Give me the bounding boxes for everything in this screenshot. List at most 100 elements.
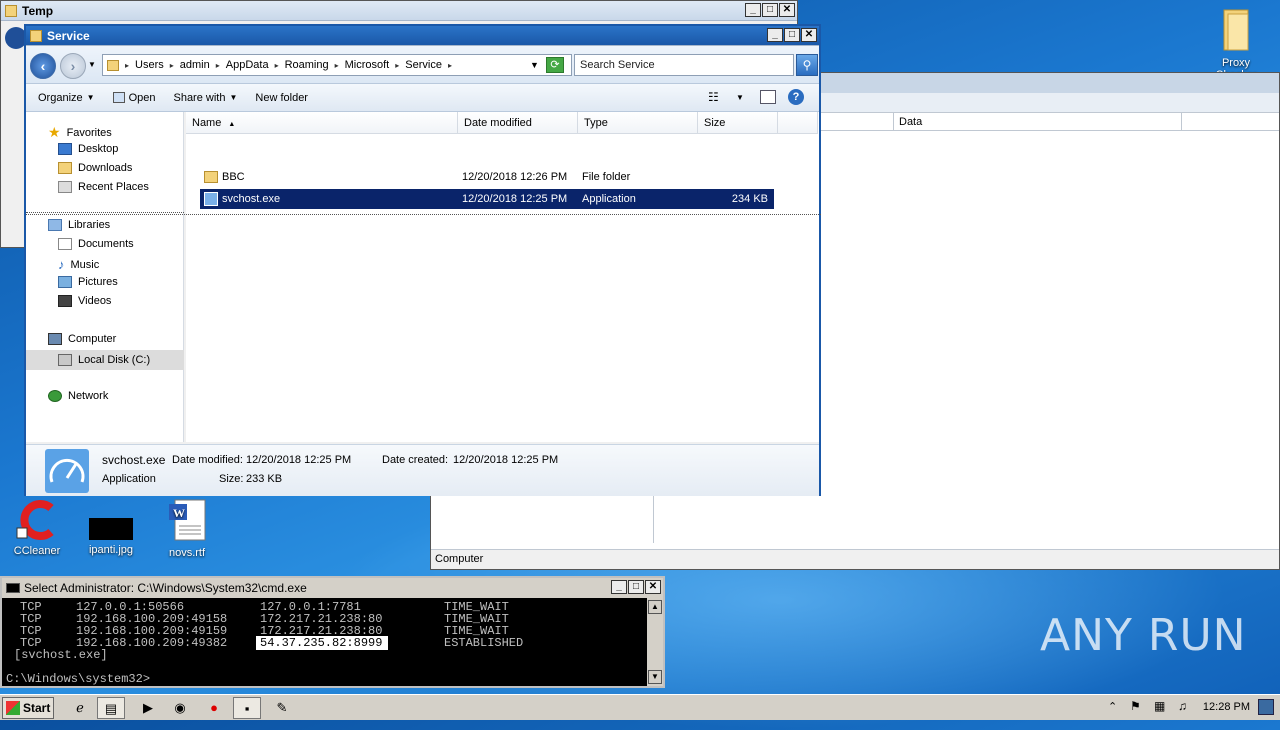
nav-recent-places[interactable]: Recent Places: [58, 181, 149, 193]
chevron-right-icon[interactable]: ▸: [125, 61, 129, 70]
desktop-icon-ccleaner[interactable]: CCleaner: [2, 498, 72, 557]
desktop-icon-proxy-checker[interactable]: Proxy Checker: [1200, 6, 1272, 81]
breadcrumb-roaming[interactable]: Roaming: [285, 59, 329, 71]
nav-libraries[interactable]: Libraries: [48, 219, 110, 231]
column-header-type[interactable]: Type: [578, 112, 698, 134]
nav-music[interactable]: ♪ Music: [58, 257, 99, 272]
desktop-icon-novs[interactable]: W novs.rtf: [152, 498, 222, 559]
nav-videos[interactable]: Videos: [58, 295, 111, 307]
maximize-button[interactable]: □: [628, 580, 644, 594]
downloads-icon: [58, 162, 72, 174]
breadcrumb-users[interactable]: Users: [135, 59, 164, 71]
scroll-up-arrow-icon[interactable]: ▲: [648, 600, 662, 614]
nav-pictures[interactable]: Pictures: [58, 276, 118, 288]
chevron-right-icon[interactable]: ▸: [395, 61, 399, 70]
explorer-window[interactable]: Service _ □ ✕ ‹ › ▼ ▸ Users ▸ admin ▸ Ap…: [24, 24, 821, 496]
column-header-name[interactable]: Name ▲: [186, 112, 458, 134]
minimize-button[interactable]: _: [611, 580, 627, 594]
maximize-button[interactable]: □: [784, 28, 800, 42]
file-row-bbc[interactable]: BBC 12/20/2018 12:26 PM File folder: [200, 167, 774, 187]
show-hidden-icons-icon[interactable]: ⌃: [1108, 700, 1117, 713]
internet-explorer-icon[interactable]: ℯ: [66, 697, 94, 719]
refresh-button[interactable]: ⟳: [546, 57, 564, 73]
tool-taskbar-icon[interactable]: ✎: [268, 697, 296, 719]
details-pane: svchost.exe Application Date modified: 1…: [26, 444, 819, 496]
new-folder-button[interactable]: New folder: [255, 92, 308, 104]
search-icon[interactable]: ⚲: [796, 54, 818, 76]
search-input[interactable]: Search Service: [574, 54, 794, 76]
chevron-right-icon[interactable]: ▸: [335, 61, 339, 70]
forward-button[interactable]: ›: [60, 53, 86, 79]
close-button[interactable]: ✕: [779, 3, 795, 17]
chevron-right-icon[interactable]: ▸: [448, 61, 452, 70]
console-output[interactable]: TCP 127.0.0.1:50566 127.0.0.1:7781 TIME_…: [6, 600, 646, 686]
folder-icon: [204, 171, 218, 183]
maximize-button[interactable]: □: [762, 3, 778, 17]
back-button[interactable]: ‹: [30, 53, 56, 79]
windows-logo-icon: [6, 701, 20, 715]
column-header-empty[interactable]: [778, 112, 818, 134]
close-button[interactable]: ✕: [801, 28, 817, 42]
clock[interactable]: 12:28 PM: [1203, 701, 1250, 713]
folder-icon: [107, 59, 119, 71]
temp-window-titlebar[interactable]: Temp: [1, 1, 797, 21]
organize-button[interactable]: Organize ▼: [38, 92, 95, 104]
preview-pane-icon[interactable]: [760, 90, 776, 104]
column-header-data[interactable]: Data: [899, 116, 922, 128]
network-tray-icon[interactable]: ▦: [1154, 699, 1165, 713]
column-divider: [893, 113, 894, 131]
file-row-svchost[interactable]: svchost.exe 12/20/2018 12:25 PM Applicat…: [200, 189, 774, 209]
media-player-icon[interactable]: ▶: [134, 697, 162, 719]
nav-favorites[interactable]: ★ Favorites: [48, 124, 112, 141]
breadcrumb-appdata[interactable]: AppData: [226, 59, 269, 71]
breadcrumb[interactable]: ▸ Users ▸ admin ▸ AppData ▸ Roaming ▸ Mi…: [102, 54, 572, 76]
column-header-date-modified[interactable]: Date modified: [458, 112, 578, 134]
nav-desktop[interactable]: Desktop: [58, 143, 118, 155]
chevron-right-icon[interactable]: ▸: [216, 61, 220, 70]
help-icon[interactable]: ?: [788, 89, 804, 105]
view-options-icon[interactable]: ☷: [708, 90, 719, 104]
file-list-pane[interactable]: Name ▲ Date modified Type Size BBC 12/20…: [26, 112, 821, 442]
scroll-down-arrow-icon[interactable]: ▼: [648, 670, 662, 684]
volume-icon[interactable]: ♫: [1178, 699, 1187, 713]
breadcrumb-microsoft[interactable]: Microsoft: [345, 59, 390, 71]
chevron-right-icon[interactable]: ▸: [275, 61, 279, 70]
minimize-button[interactable]: _: [745, 3, 761, 17]
show-desktop-icon[interactable]: [1258, 699, 1274, 715]
recent-pages-dropdown[interactable]: ▼: [88, 60, 96, 69]
nav-computer[interactable]: Computer: [48, 333, 116, 345]
breadcrumb-service[interactable]: Service: [405, 59, 442, 71]
ccleaner-icon: [16, 500, 54, 540]
nav-documents[interactable]: Documents: [58, 238, 134, 250]
share-with-button[interactable]: Share with ▼: [173, 92, 237, 104]
focus-divider: [26, 212, 184, 213]
desktop-icon-label: novs.rtf: [168, 547, 206, 559]
nav-downloads[interactable]: Downloads: [58, 162, 132, 174]
vertical-scrollbar[interactable]: ▲ ▼: [647, 598, 663, 686]
minimize-button[interactable]: _: [767, 28, 783, 42]
explorer-titlebar[interactable]: Service: [26, 26, 819, 46]
explorer-taskbar-icon[interactable]: ▤: [97, 697, 125, 719]
nav-network[interactable]: Network: [48, 390, 108, 402]
column-header-size[interactable]: Size: [698, 112, 778, 134]
address-history-dropdown[interactable]: ▼: [530, 60, 539, 70]
start-button[interactable]: Start: [2, 697, 54, 719]
chevron-right-icon[interactable]: ▸: [170, 61, 174, 70]
action-center-flag-icon[interactable]: ⚑: [1130, 699, 1141, 713]
chrome-icon[interactable]: ◉: [166, 697, 194, 719]
open-button[interactable]: Open: [112, 92, 155, 104]
chevron-down-icon: ▼: [229, 93, 238, 102]
videos-icon: [58, 295, 72, 307]
desktop-icon-ipanti[interactable]: ipanti.jpg: [76, 498, 146, 556]
folder-icon: [5, 4, 17, 17]
cmd-titlebar[interactable]: Select Administrator: C:\Windows\System3…: [2, 578, 663, 598]
focus-divider: [26, 214, 821, 215]
breadcrumb-admin[interactable]: admin: [180, 59, 210, 71]
chevron-down-icon[interactable]: ▼: [736, 93, 744, 102]
opera-icon[interactable]: ●: [200, 697, 228, 719]
folder-icon: [30, 29, 42, 42]
cmd-window[interactable]: Select Administrator: C:\Windows\System3…: [0, 576, 665, 688]
cmd-taskbar-icon[interactable]: ▪: [233, 697, 261, 719]
close-button[interactable]: ✕: [645, 580, 661, 594]
nav-local-disk[interactable]: Local Disk (C:): [26, 350, 184, 370]
